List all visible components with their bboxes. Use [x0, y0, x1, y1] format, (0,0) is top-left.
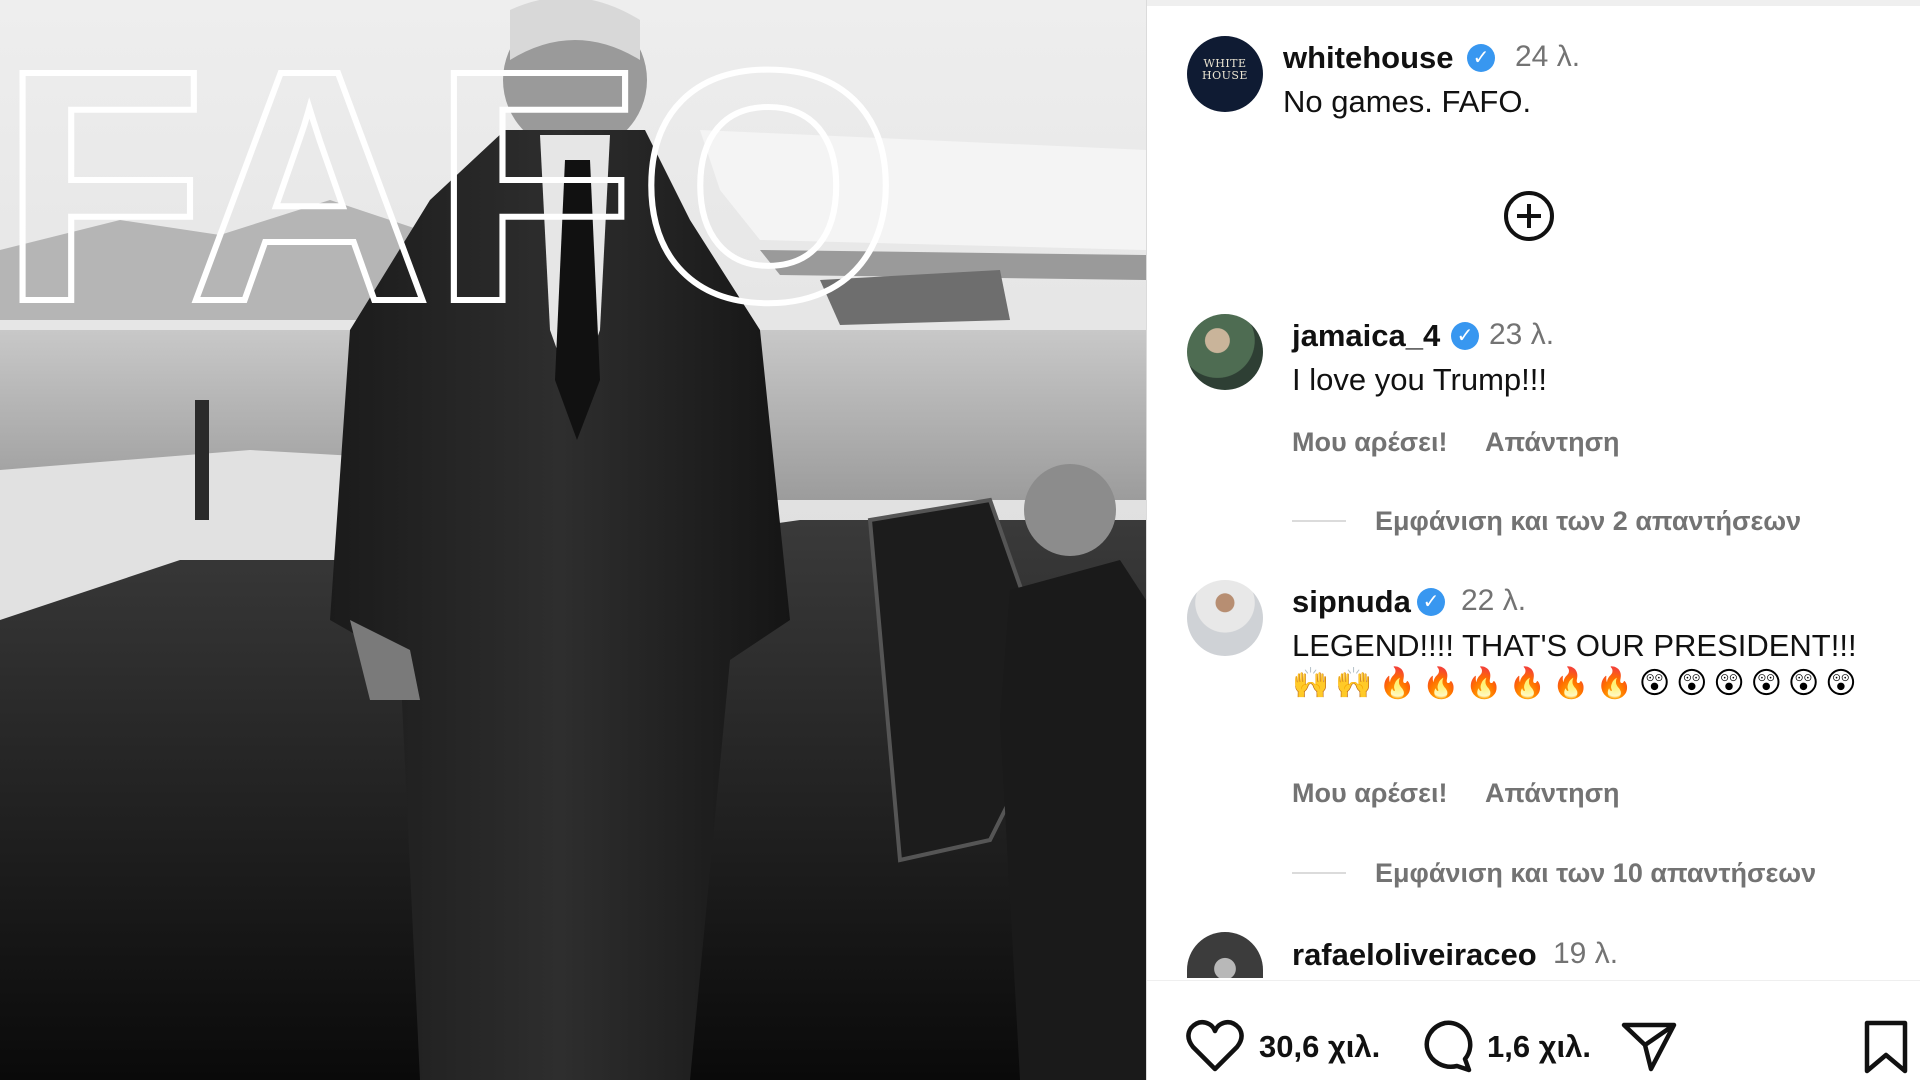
verified-icon: ✓	[1417, 588, 1445, 616]
likes-count[interactable]: 30,6 χιλ.	[1259, 1029, 1380, 1065]
share-icon[interactable]	[1621, 1021, 1677, 1073]
like-comment-button[interactable]: Μου αρέσει!	[1292, 778, 1447, 809]
comment-text: LEGEND!!!! THAT'S OUR PRESIDENT!!!	[1292, 628, 1857, 663]
verified-icon: ✓	[1451, 322, 1479, 350]
verified-icon: ✓	[1467, 44, 1495, 72]
avatar-logo-text: WHITE HOUSE	[1202, 57, 1248, 82]
comment-icon[interactable]	[1417, 1019, 1473, 1073]
heart-icon[interactable]	[1185, 1019, 1245, 1073]
avatar[interactable]: WHITE HOUSE	[1187, 36, 1263, 112]
panel-divider	[1147, 0, 1920, 6]
svg-text:FAFO: FAFO	[0, 1, 900, 330]
reply-button[interactable]: Απάντηση	[1485, 778, 1620, 809]
post-side-panel: WHITE HOUSE whitehouse ✓ 24 λ. No games.…	[1146, 0, 1920, 1081]
avatar[interactable]	[1187, 580, 1263, 656]
comment-time[interactable]: 22 λ.	[1461, 584, 1526, 618]
fafo-outline-text: FAFO	[0, 0, 903, 330]
replies-divider	[1292, 520, 1346, 522]
comments-count[interactable]: 1,6 χιλ.	[1487, 1029, 1591, 1065]
replies-divider	[1292, 872, 1346, 874]
comment-text: I love you Trump!!!	[1292, 362, 1547, 397]
post-image[interactable]: FAFO	[0, 0, 1146, 1080]
post-action-bar: 30,6 χιλ. 1,6 χιλ.	[1147, 980, 1920, 1081]
post-caption: No games. FAFO.	[1283, 84, 1532, 119]
post-time[interactable]: 24 λ.	[1515, 40, 1580, 74]
reply-button[interactable]: Απάντηση	[1485, 427, 1620, 458]
comment-username[interactable]: sipnuda	[1292, 584, 1411, 620]
avatar[interactable]	[1187, 932, 1263, 978]
comment-emojis: 🙌🙌🔥🔥🔥🔥🔥🔥😲😲😲😲😲😲	[1292, 667, 1863, 700]
comment-time[interactable]: 19 λ.	[1553, 937, 1618, 971]
comment-username[interactable]: jamaica_4	[1292, 318, 1440, 354]
comment-username[interactable]: rafaeloliveiraceo	[1292, 937, 1537, 973]
post-username[interactable]: whitehouse	[1283, 40, 1454, 76]
avatar[interactable]	[1187, 314, 1263, 390]
view-replies-button[interactable]: Εμφάνιση και των 2 απαντήσεων	[1375, 506, 1801, 537]
comment-time[interactable]: 23 λ.	[1489, 318, 1554, 352]
load-more-comments-icon[interactable]	[1504, 191, 1554, 241]
like-comment-button[interactable]: Μου αρέσει!	[1292, 427, 1447, 458]
view-replies-button[interactable]: Εμφάνιση και των 10 απαντήσεων	[1375, 858, 1816, 889]
bookmark-icon[interactable]	[1863, 1019, 1909, 1075]
